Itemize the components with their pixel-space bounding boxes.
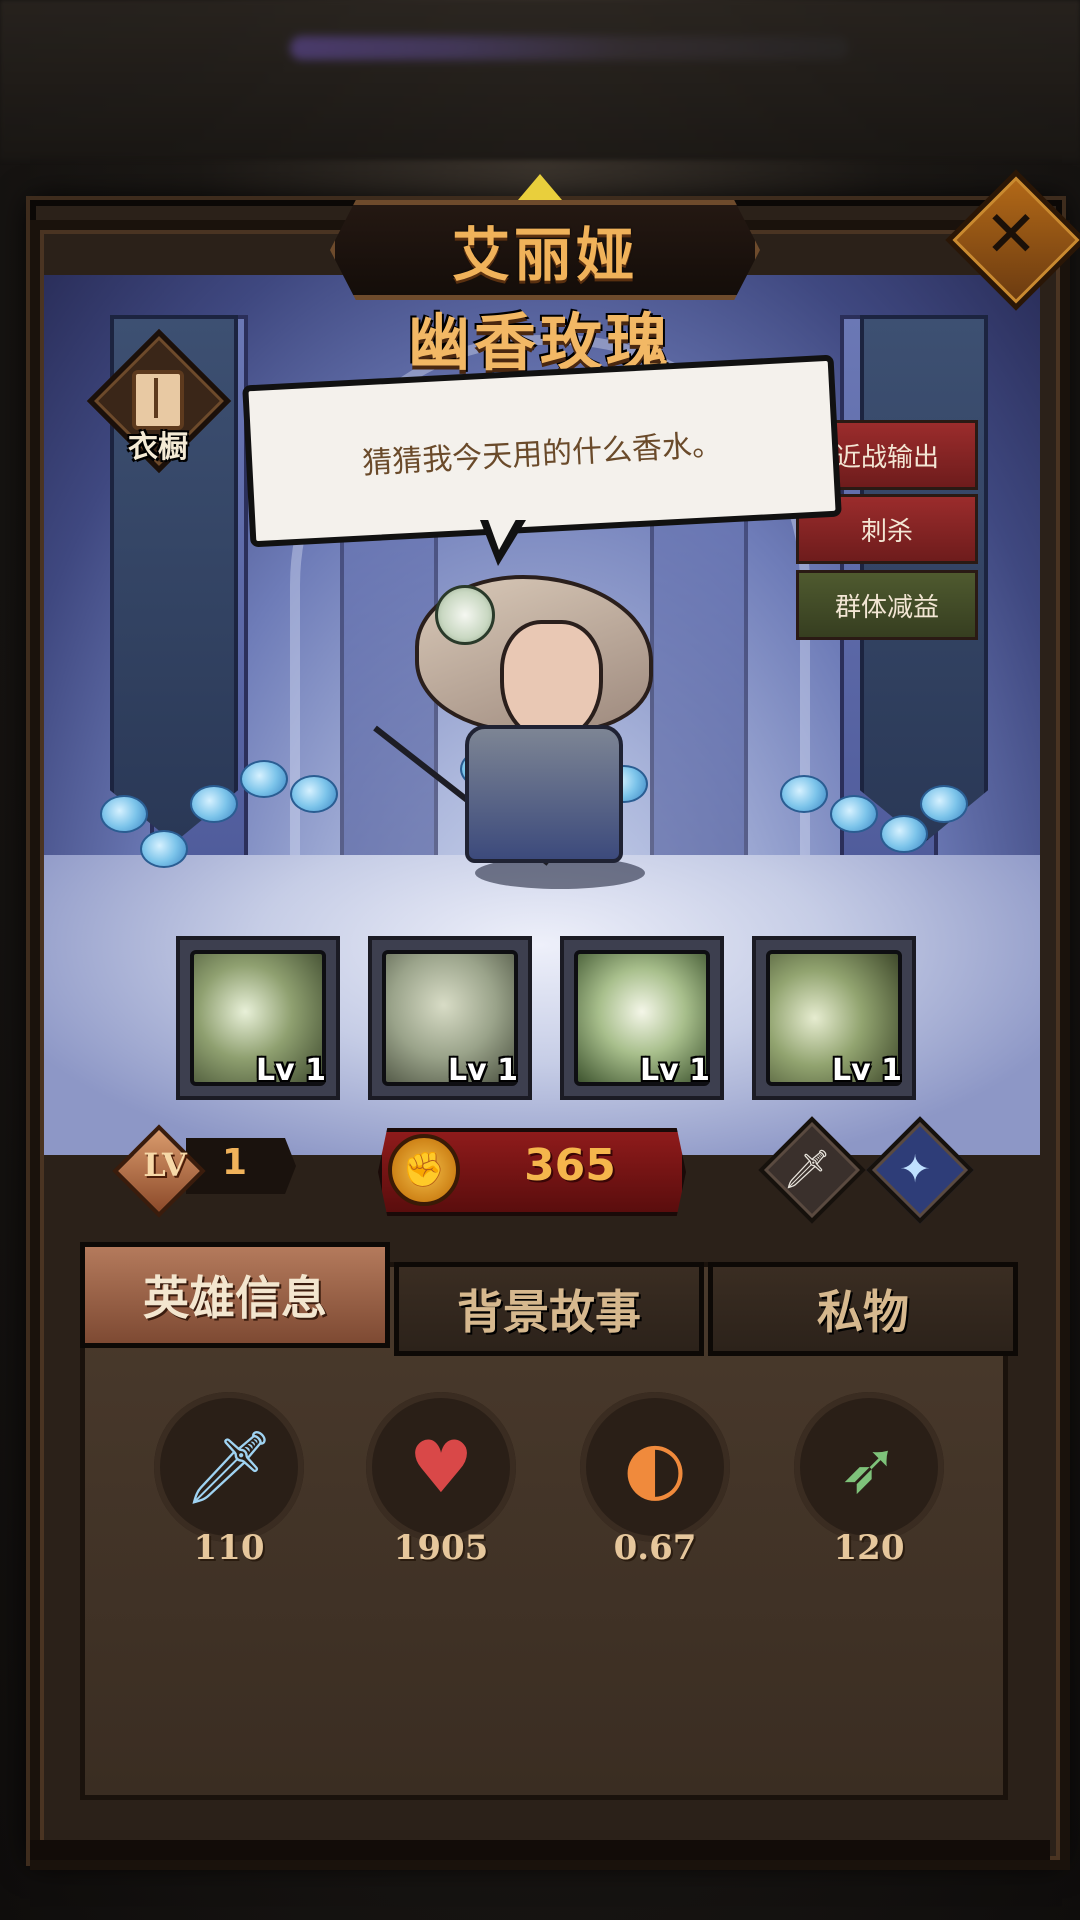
skill-level-label: Lv 1: [640, 1053, 710, 1088]
attack-speed-stat: ◐: [580, 1392, 730, 1542]
health-value: 1905: [393, 1528, 489, 1568]
level-badge-text: LV: [143, 1146, 187, 1184]
tab-private-items[interactable]: 私物: [708, 1262, 1018, 1356]
close-icon[interactable]: ✕: [966, 190, 1056, 280]
panel-bottom-edge: [30, 1840, 1050, 1860]
heart-icon: ♥: [408, 1425, 474, 1509]
combat-power-value: 365: [524, 1140, 616, 1191]
hero-name: 艾丽娅: [451, 221, 638, 289]
attack-speed-icon: ◐: [623, 1425, 687, 1509]
skill-level-label: Lv 1: [256, 1053, 326, 1088]
blurred-top-hud: [0, 0, 1080, 160]
skill-level-label: Lv 1: [448, 1053, 518, 1088]
hero-dialogue: 猜猜我今天用的什么香水。: [361, 427, 723, 482]
tab-hero-info[interactable]: 英雄信息: [80, 1242, 390, 1348]
wardrobe-icon[interactable]: [132, 370, 184, 430]
skill-level-label: Lv 1: [832, 1053, 902, 1088]
hero-character-sprite[interactable]: [373, 565, 695, 895]
wardrobe-label: 衣橱: [128, 430, 188, 465]
speech-bubble: 猜猜我今天用的什么香水。: [242, 354, 842, 548]
hero-name-plaque: 艾丽娅: [330, 200, 760, 300]
rune-sword-icon[interactable]: ✦: [880, 1134, 950, 1204]
prev-hero-arrow-icon[interactable]: [518, 174, 562, 200]
range-value: 120: [833, 1528, 905, 1568]
skill-slot-1[interactable]: Lv 1: [176, 936, 340, 1100]
tab-background-story[interactable]: 背景故事: [394, 1262, 704, 1356]
tag-debuff: 群体减益: [796, 570, 978, 640]
dagger-icon[interactable]: 🗡: [772, 1134, 842, 1204]
skill-slot-3[interactable]: Lv 1: [560, 936, 724, 1100]
sword-icon: 🗡: [183, 1424, 275, 1509]
attack-stat: 🗡: [154, 1392, 304, 1542]
attack-value: 110: [193, 1528, 265, 1568]
skill-slot-4[interactable]: Lv 1: [752, 936, 916, 1100]
range-stat: ➶: [794, 1392, 944, 1542]
fist-power-icon: ✊: [388, 1134, 460, 1206]
skill-slot-2[interactable]: Lv 1: [368, 936, 532, 1100]
range-arrow-icon: ➶: [838, 1425, 900, 1509]
hero-level: 1: [222, 1142, 248, 1183]
health-stat: ♥: [366, 1392, 516, 1542]
attack-speed-value: 0.67: [613, 1528, 697, 1568]
